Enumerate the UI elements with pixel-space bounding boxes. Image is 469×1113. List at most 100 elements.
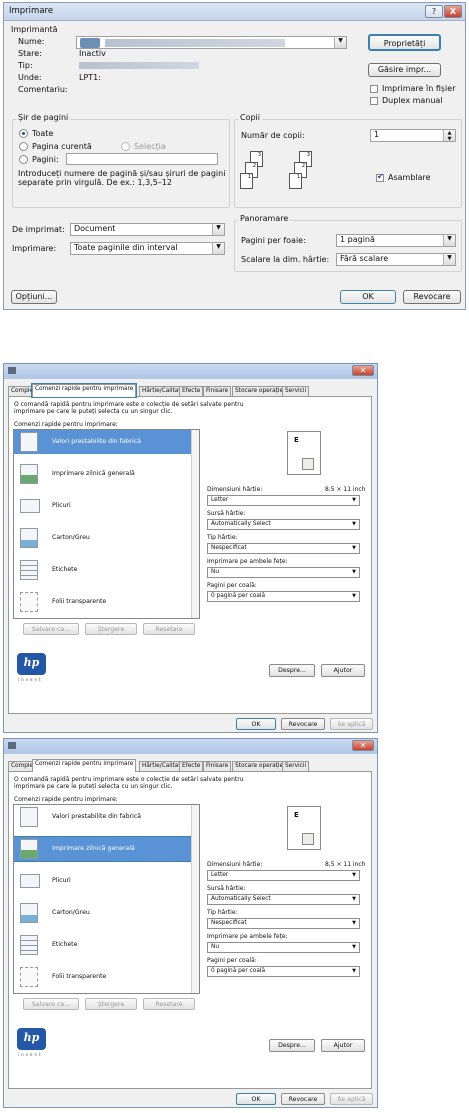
pages-per-sheet-select[interactable]: 0 pagină per coală (207, 591, 360, 602)
close-title-button[interactable]: X (444, 5, 462, 18)
cancel-button[interactable]: Revocare (281, 1093, 325, 1105)
tab-effects[interactable]: Efecte (179, 761, 204, 771)
paper-type-select[interactable]: Nespecificat (207, 543, 360, 554)
preview-image-icon (302, 833, 314, 845)
about-button[interactable]: Despre... (269, 664, 315, 677)
list-item[interactable]: Carton/Greu (14, 901, 192, 925)
list-item[interactable]: Imprimare zilnică generală (14, 836, 193, 862)
list-item[interactable]: Plicuri (14, 869, 192, 893)
apply-button[interactable]: Se aplică (330, 1093, 373, 1105)
list-item-label: Imprimare zilnică generală (52, 470, 135, 477)
list-item[interactable]: Valori prestabilite din fabrică (14, 805, 192, 829)
properties-button[interactable]: Proprietăți (368, 34, 441, 51)
tab-effects[interactable]: Efecte (179, 386, 204, 396)
page-preview: E (287, 431, 321, 475)
pages-input[interactable] (66, 153, 218, 165)
tab-job-storage[interactable]: Stocare operație (232, 386, 287, 396)
spinner-icon[interactable]: ▲ ▼ (443, 130, 455, 141)
shortcuts-intro: O comandă rapidă pentru imprimare este o… (14, 401, 244, 415)
list-scrollbar[interactable] (191, 805, 199, 993)
save-as-button[interactable]: Salvare ca... (23, 998, 79, 1010)
save-as-button[interactable]: Salvare ca... (23, 623, 79, 635)
print-what-select[interactable]: Document ▼ (70, 223, 225, 236)
list-scrollbar[interactable] (191, 430, 199, 618)
print-range-select[interactable]: Toate paginile din interval ▼ (70, 242, 225, 255)
close-title-button[interactable]: ✕ (352, 740, 374, 751)
cancel-button[interactable]: Revocare (281, 718, 325, 730)
collate-checkbox[interactable] (376, 172, 384, 182)
print-label: Imprimare: (12, 244, 57, 253)
tab-shortcuts[interactable]: Comenzi rapide pentru imprimare (32, 759, 137, 772)
paper-type-label: Tip hârtie: (207, 534, 238, 541)
options-button[interactable]: Opțiuni... (11, 290, 57, 304)
tab-finishing[interactable]: Finisare (203, 761, 232, 771)
num-copies-value: 1 (374, 130, 380, 139)
landscape-page-icon (20, 839, 38, 859)
collate-label: Asamblare (388, 173, 431, 182)
ok-button[interactable]: OK (236, 718, 276, 730)
page-preview: E (287, 806, 321, 850)
duplex-select[interactable]: Nu (207, 567, 360, 578)
pages-radio[interactable] (19, 155, 28, 164)
list-item-label: Plicuri (52, 877, 71, 884)
selection-radio[interactable] (121, 142, 130, 151)
paper-size-select[interactable]: Letter (207, 870, 360, 881)
num-copies-input[interactable]: 1 ▲ ▼ (370, 129, 456, 142)
list-item[interactable]: Valori prestabilite din fabrică (14, 430, 192, 454)
where-label: Unde: (18, 73, 42, 82)
ok-button[interactable]: OK (236, 1093, 276, 1105)
find-printer-button[interactable]: Găsire impr... (368, 63, 441, 77)
ok-button[interactable]: OK (340, 290, 396, 304)
tab-services[interactable]: Servicii (282, 761, 310, 771)
help-button[interactable]: Ajutor (321, 664, 365, 677)
help-button[interactable]: Ajutor (321, 1039, 365, 1052)
printer-icon (8, 367, 16, 374)
paper-type-select[interactable]: Nespecificat (207, 918, 360, 929)
paper-source-select[interactable]: Automatically Select (207, 894, 360, 905)
chevron-down-icon: ▼ (443, 254, 455, 265)
scale-select[interactable]: Fără scalare ▼ (336, 253, 456, 266)
apply-button[interactable]: Se aplică (330, 718, 373, 730)
labels-icon (20, 560, 38, 580)
pages-per-sheet-select[interactable]: 0 pagină per coală (207, 966, 360, 977)
paper-source-select[interactable]: Automatically Select (207, 519, 360, 530)
list-item[interactable]: Folii transparente (14, 965, 192, 989)
tab-services[interactable]: Servicii (282, 386, 310, 396)
list-item[interactable]: Imprimare zilnică generală (14, 462, 192, 486)
list-item[interactable]: Plicuri (14, 494, 192, 518)
paper-source-label: Sursă hârtie: (207, 510, 246, 517)
current-page-label: Pagina curentă (32, 142, 92, 151)
labels-icon (20, 935, 38, 955)
delete-button[interactable]: Ștergere (85, 623, 137, 635)
shortcuts-list[interactable]: Valori prestabilite din fabrică Imprimar… (13, 429, 200, 619)
hp-invent-text: invent (18, 677, 43, 682)
reset-button[interactable]: Resetare (143, 998, 195, 1010)
tab-job-storage[interactable]: Stocare operație (232, 761, 287, 771)
shortcuts-list[interactable]: Valori prestabilite din fabrică Imprimar… (13, 804, 200, 994)
current-page-radio[interactable] (19, 142, 28, 151)
print-to-file-checkbox[interactable] (370, 85, 378, 93)
shortcuts-list-label: Comenzi rapide pentru imprimare: (14, 421, 118, 428)
properties-button-label: Proprietăți (383, 39, 426, 48)
all-pages-radio[interactable] (19, 129, 28, 138)
num-copies-label: Număr de copii: (241, 131, 305, 140)
delete-button[interactable]: Ștergere (85, 998, 137, 1010)
about-button[interactable]: Despre... (269, 1039, 315, 1052)
list-item[interactable]: Carton/Greu (14, 526, 192, 550)
printer-name-select[interactable]: ▼ (76, 36, 347, 49)
help-title-button[interactable]: ? (425, 5, 443, 18)
list-item[interactable]: Etichete (14, 558, 192, 582)
chevron-down-icon: ▼ (212, 224, 224, 235)
list-item[interactable]: Folii transparente (14, 590, 192, 614)
list-item[interactable]: Etichete (14, 933, 192, 957)
reset-button[interactable]: Resetare (143, 623, 195, 635)
tab-shortcuts[interactable]: Comenzi rapide pentru imprimare (30, 383, 138, 398)
close-title-button[interactable]: ✕ (352, 365, 374, 376)
pages-per-sheet-select[interactable]: 1 pagină ▼ (336, 234, 456, 247)
paper-size-select[interactable]: Letter (207, 495, 360, 506)
duplex-select[interactable]: Nu (207, 942, 360, 953)
manual-duplex-checkbox[interactable] (370, 97, 378, 105)
cancel-button[interactable]: Revocare (403, 290, 461, 304)
tab-finishing[interactable]: Finisare (203, 386, 232, 396)
hp-logo: hp (17, 1028, 46, 1050)
